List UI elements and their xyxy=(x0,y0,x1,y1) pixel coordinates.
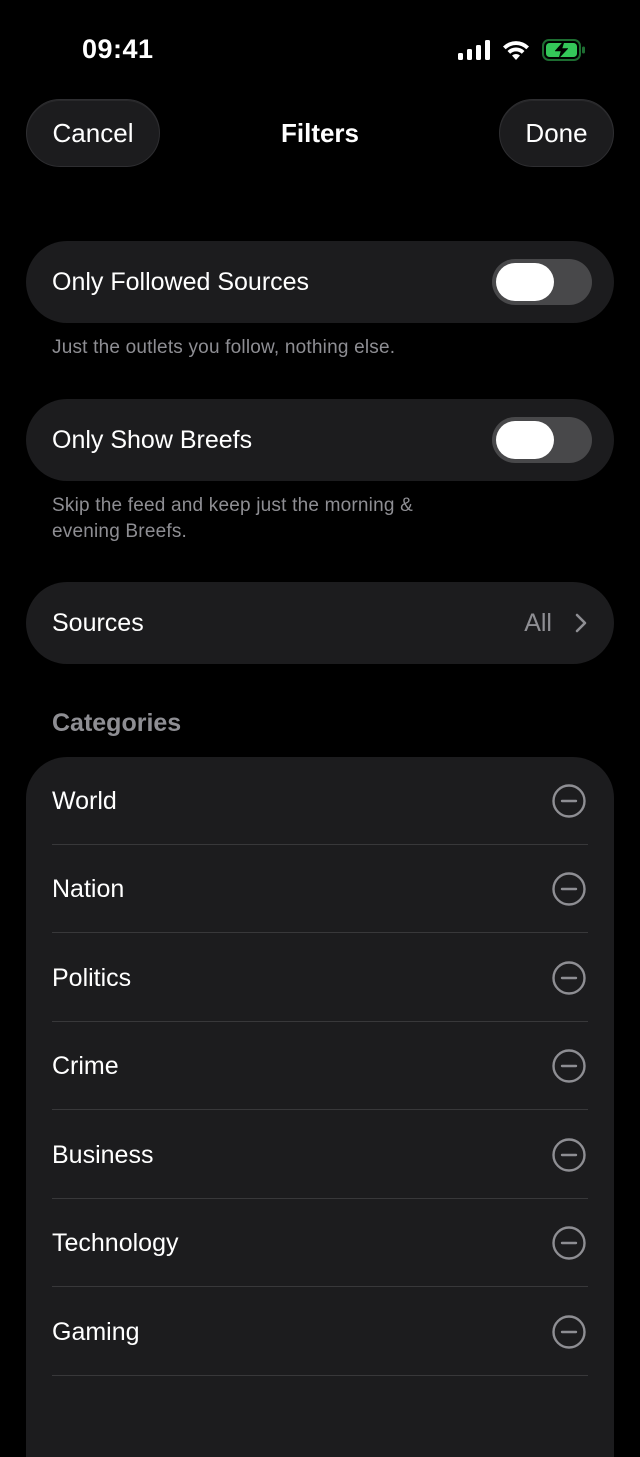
category-label: Technology xyxy=(52,1229,179,1257)
wifi-icon xyxy=(502,40,530,65)
minus-circle-icon[interactable] xyxy=(552,1226,586,1260)
breefs-row: Only Show Breefs xyxy=(26,399,614,481)
done-button[interactable]: Done xyxy=(499,99,614,167)
minus-circle-icon[interactable] xyxy=(552,1138,586,1172)
category-row-business: Business xyxy=(26,1111,614,1199)
categories-header: Categories xyxy=(52,709,182,737)
sources-row[interactable]: Sources All xyxy=(26,582,614,664)
divider xyxy=(52,1375,588,1376)
divider xyxy=(52,1109,588,1110)
status-bar: 09:41 xyxy=(0,0,640,100)
category-row-nation: Nation xyxy=(26,845,614,933)
minus-circle-icon[interactable] xyxy=(552,872,586,906)
minus-circle-icon[interactable] xyxy=(552,961,586,995)
category-label: Crime xyxy=(52,1052,119,1080)
followed-sources-footnote: Just the outlets you follow, nothing els… xyxy=(52,337,396,358)
minus-circle-icon[interactable] xyxy=(552,784,586,818)
categories-list: World Nation Politics Crime Business Tec xyxy=(26,757,614,1457)
breefs-label: Only Show Breefs xyxy=(52,426,253,454)
category-label: Nation xyxy=(52,875,125,903)
status-time: 09:41 xyxy=(82,34,154,64)
category-label: World xyxy=(52,787,117,815)
toggle-knob xyxy=(496,263,554,301)
status-icons xyxy=(458,39,586,66)
followed-sources-label: Only Followed Sources xyxy=(52,268,310,296)
category-row-gaming: Gaming xyxy=(26,1288,614,1376)
category-row-politics: Politics xyxy=(26,934,614,1022)
followed-sources-toggle[interactable] xyxy=(492,259,592,305)
minus-circle-icon[interactable] xyxy=(552,1315,586,1349)
divider xyxy=(52,932,588,933)
chevron-right-icon xyxy=(574,612,588,634)
breefs-footnote: Skip the feed and keep just the morning … xyxy=(52,495,413,542)
category-label: Business xyxy=(52,1141,154,1169)
toggle-knob xyxy=(496,421,554,459)
divider xyxy=(52,1286,588,1287)
minus-circle-icon[interactable] xyxy=(552,1049,586,1083)
breefs-toggle[interactable] xyxy=(492,417,592,463)
category-label: Politics xyxy=(52,964,132,992)
sources-label: Sources xyxy=(52,609,144,637)
followed-sources-row: Only Followed Sources xyxy=(26,241,614,323)
category-row-technology: Technology xyxy=(26,1199,614,1287)
battery-charging-icon xyxy=(542,39,586,66)
category-row-world: World xyxy=(26,757,614,845)
category-label: Gaming xyxy=(52,1318,140,1346)
category-row-crime: Crime xyxy=(26,1022,614,1110)
sources-value: All xyxy=(524,609,552,637)
signal-icon xyxy=(458,40,490,65)
